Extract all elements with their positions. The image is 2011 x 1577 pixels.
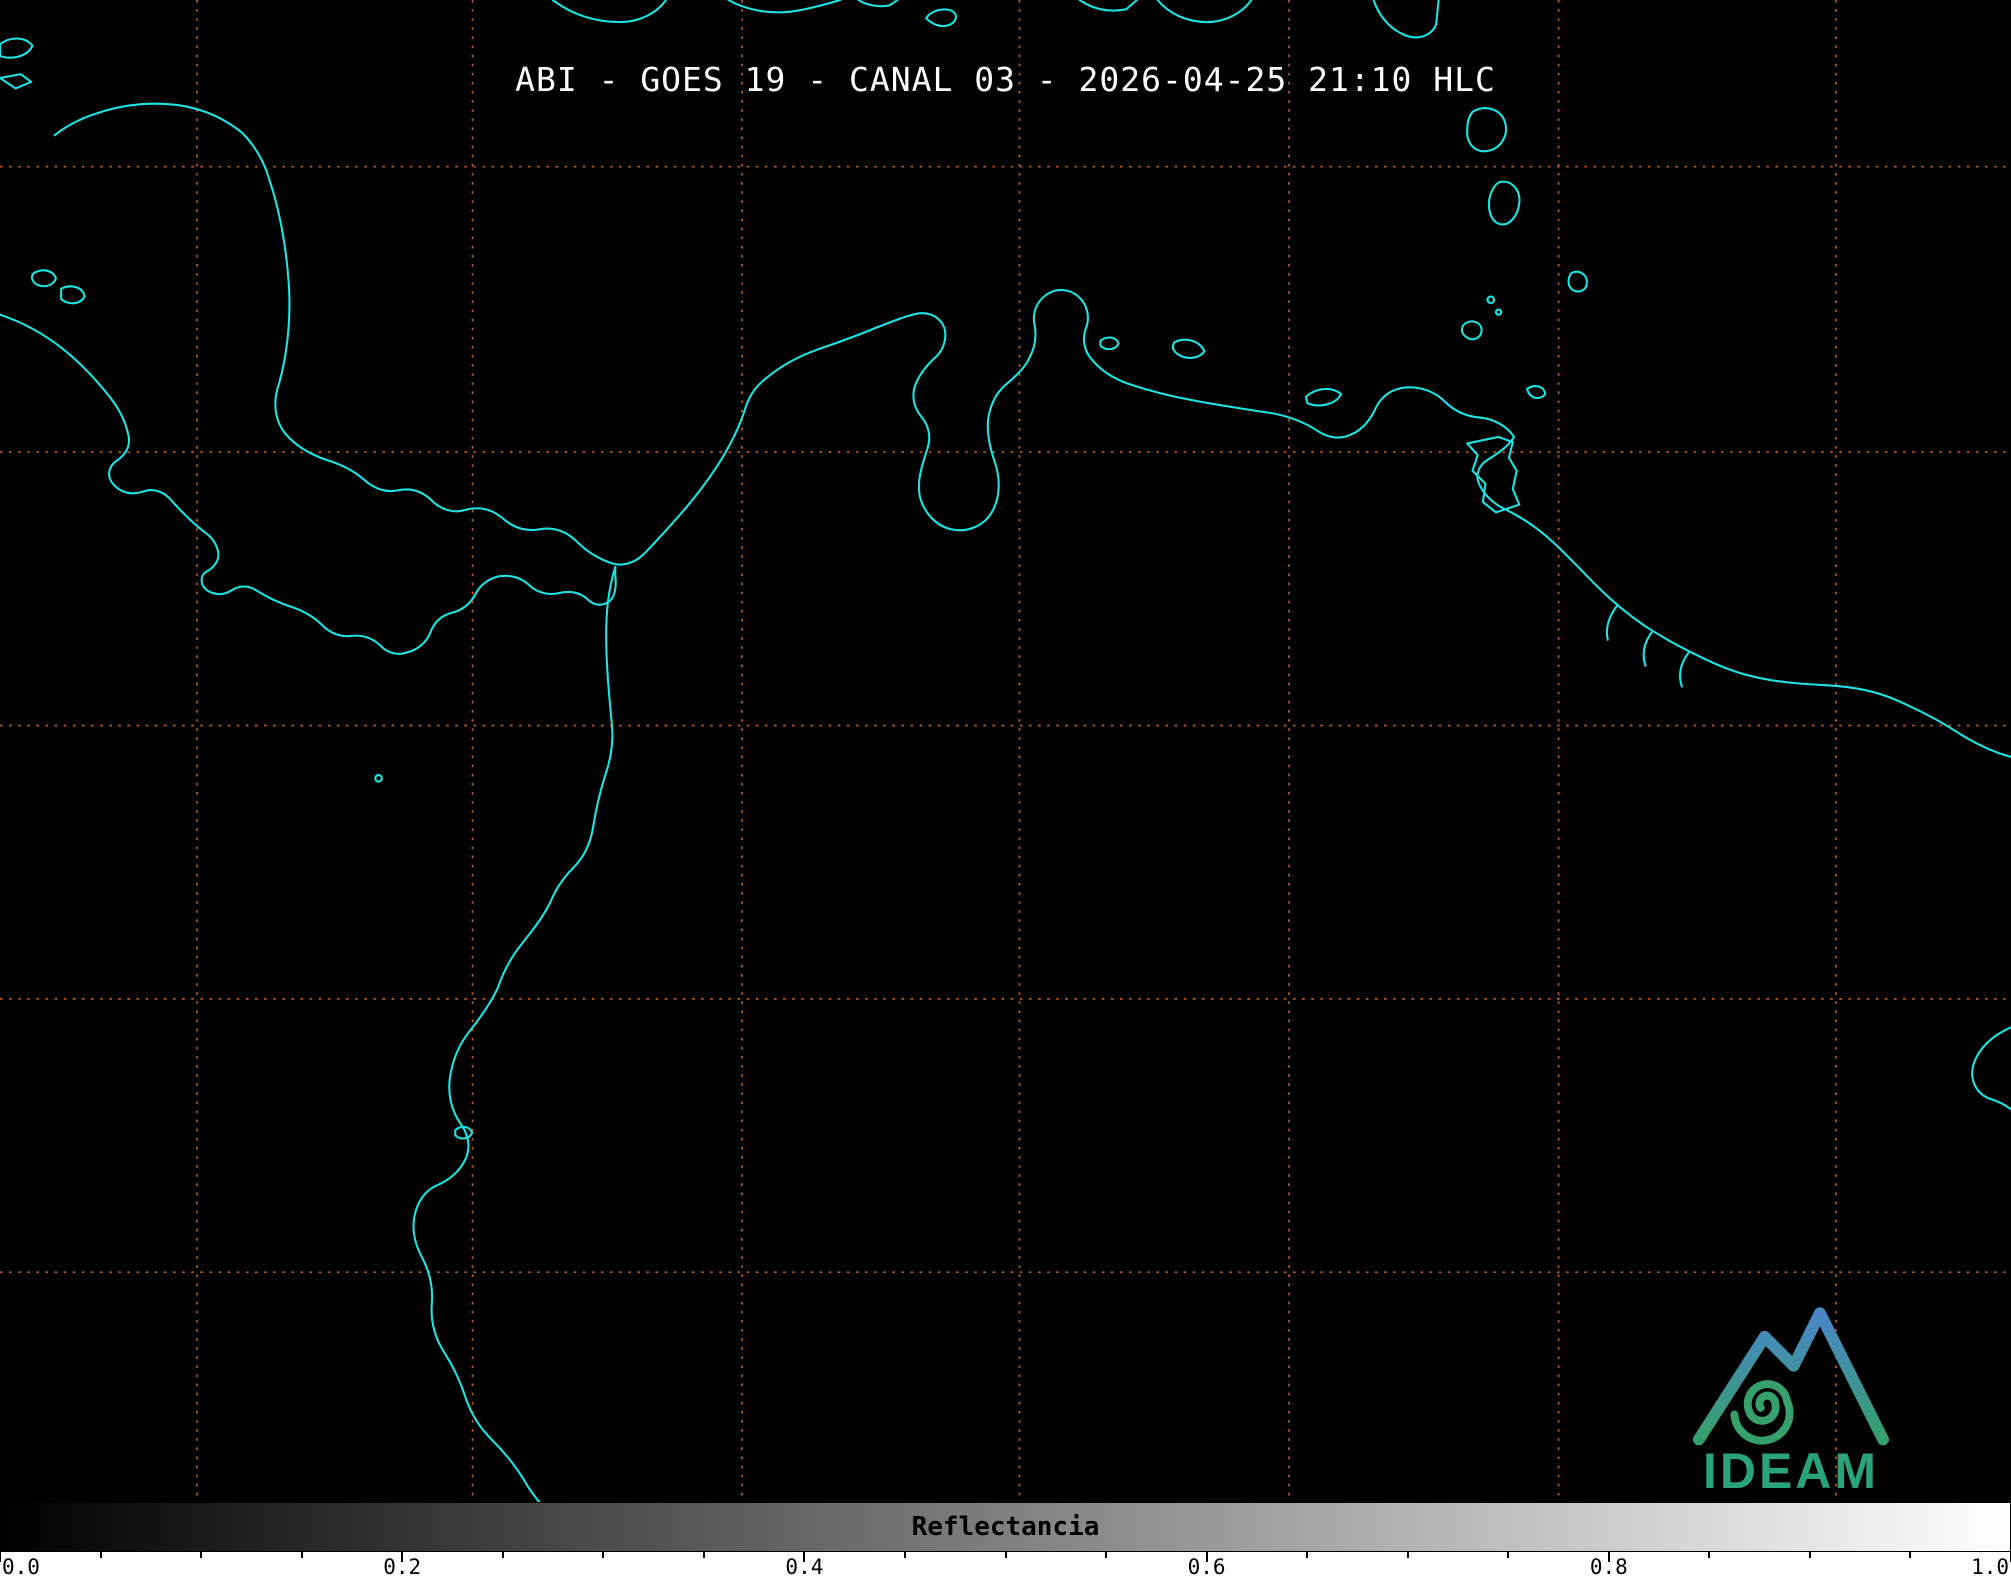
satellite-figure: ABI - GOES 19 - CANAL 03 - 2026-04-25 21… xyxy=(0,0,2011,1577)
map-title: ABI - GOES 19 - CANAL 03 - 2026-04-25 21… xyxy=(0,60,2011,99)
colorbar-minor-tick xyxy=(1507,1552,1509,1558)
colorbar-minor-tick xyxy=(200,1552,202,1558)
hurricane-spiral-icon xyxy=(1734,1384,1789,1440)
colorbar-axis: 0.0 0.2 0.4 0.6 0.8 1.0 xyxy=(0,1552,2011,1577)
colorbar: Reflectancia xyxy=(0,1502,2011,1552)
colorbar-minor-tick xyxy=(904,1552,906,1558)
colorbar-minor-tick xyxy=(1407,1552,1409,1558)
colorbar-tick-label: 0.6 xyxy=(1188,1555,1226,1577)
colorbar-tick-label: 0.2 xyxy=(383,1555,421,1577)
colorbar-minor-tick xyxy=(1809,1552,1811,1558)
colorbar-minor-tick xyxy=(1708,1552,1710,1558)
colorbar-minor-tick xyxy=(1306,1552,1308,1558)
colorbar-minor-tick xyxy=(301,1552,303,1558)
colorbar-minor-tick xyxy=(602,1552,604,1558)
colorbar-minor-tick xyxy=(703,1552,705,1558)
colorbar-major-tick xyxy=(0,1552,1,1562)
colorbar-minor-tick xyxy=(1105,1552,1107,1558)
satellite-map: ABI - GOES 19 - CANAL 03 - 2026-04-25 21… xyxy=(0,0,2011,1502)
colorbar-minor-tick xyxy=(1909,1552,1911,1558)
ideam-logo-text: IDEAM xyxy=(1676,1446,1906,1496)
coastline-layer xyxy=(0,0,2011,1502)
ideam-logo-mark xyxy=(1684,1300,1898,1450)
colorbar-tick-label: 0.8 xyxy=(1590,1555,1628,1577)
colorbar-tick-label: 1.0 xyxy=(1971,1555,2009,1577)
colorbar-label: Reflectancia xyxy=(912,1512,1100,1542)
colorbar-minor-tick xyxy=(100,1552,102,1558)
colorbar-minor-tick xyxy=(502,1552,504,1558)
colorbar-tick-label: 0.0 xyxy=(2,1555,40,1577)
colorbar-minor-tick xyxy=(1005,1552,1007,1558)
colorbar-tick-label: 0.4 xyxy=(785,1555,823,1577)
ideam-logo: IDEAM xyxy=(1676,1300,1906,1496)
